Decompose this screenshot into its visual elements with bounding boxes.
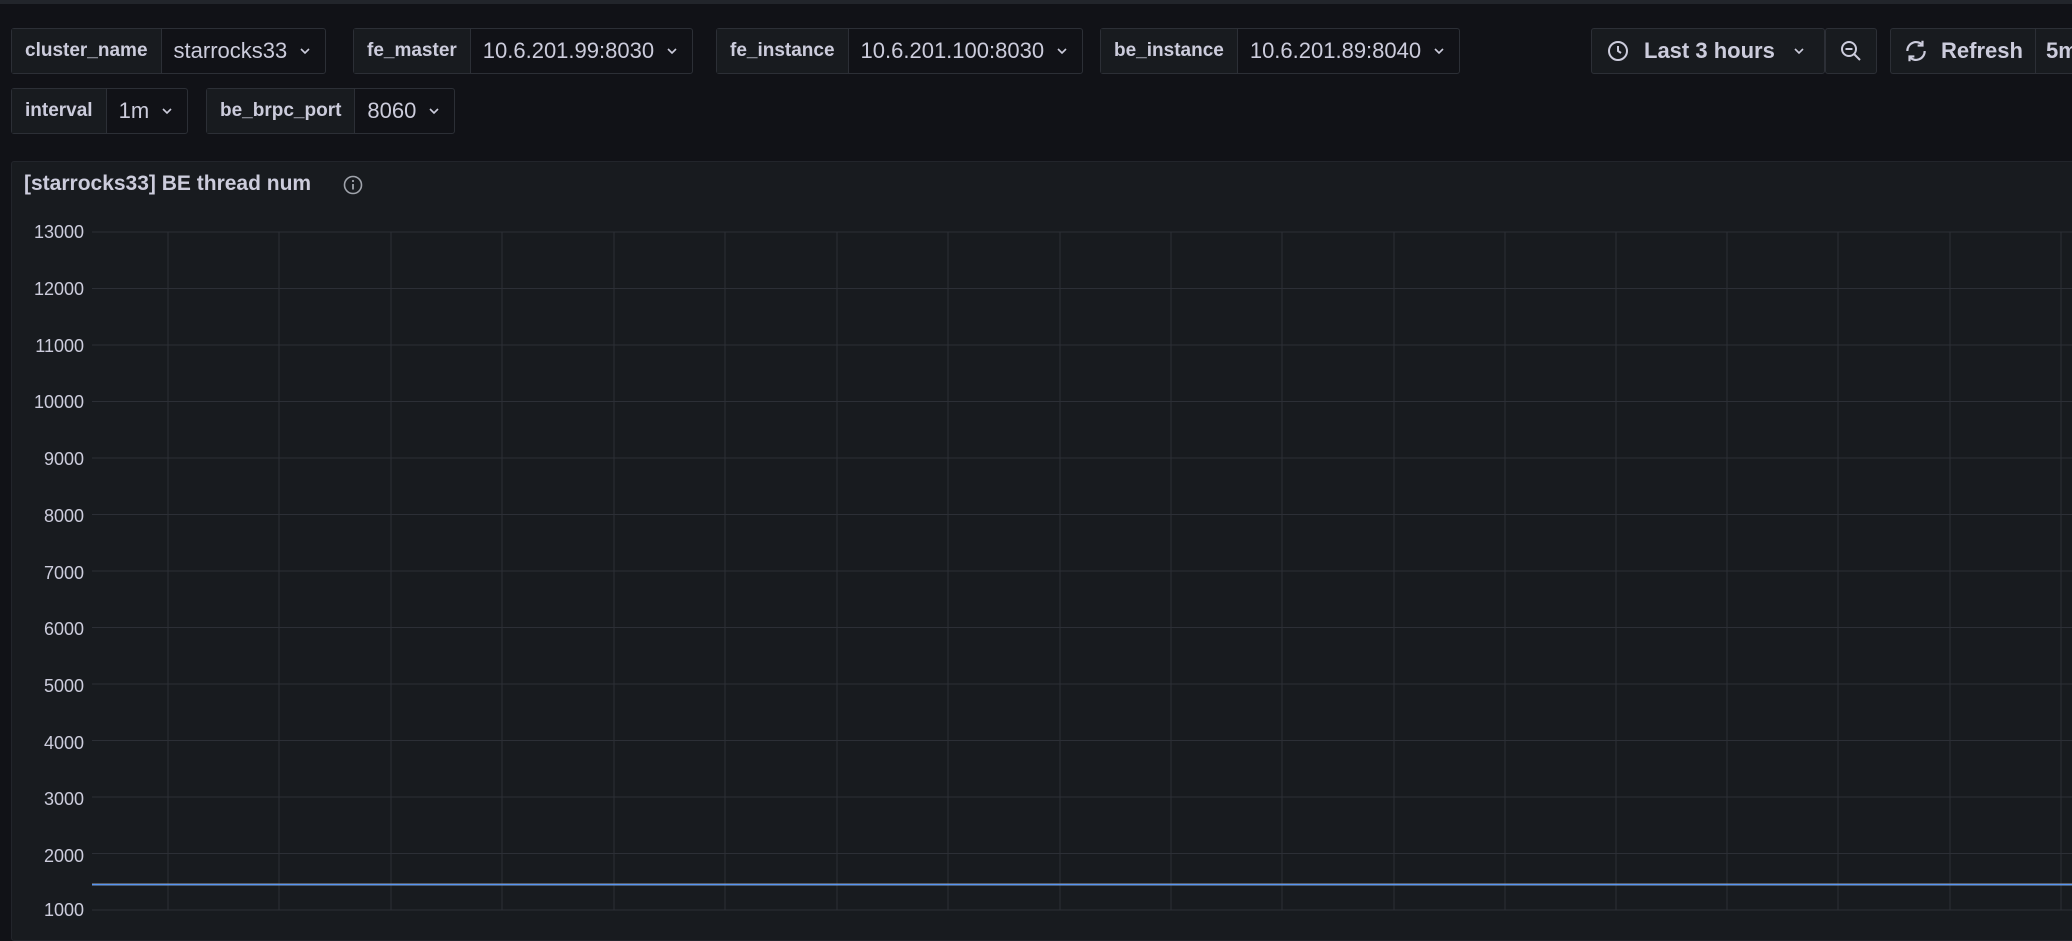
grid-lines [92, 231, 2072, 911]
timeseries-plot[interactable] [0, 0, 2072, 916]
